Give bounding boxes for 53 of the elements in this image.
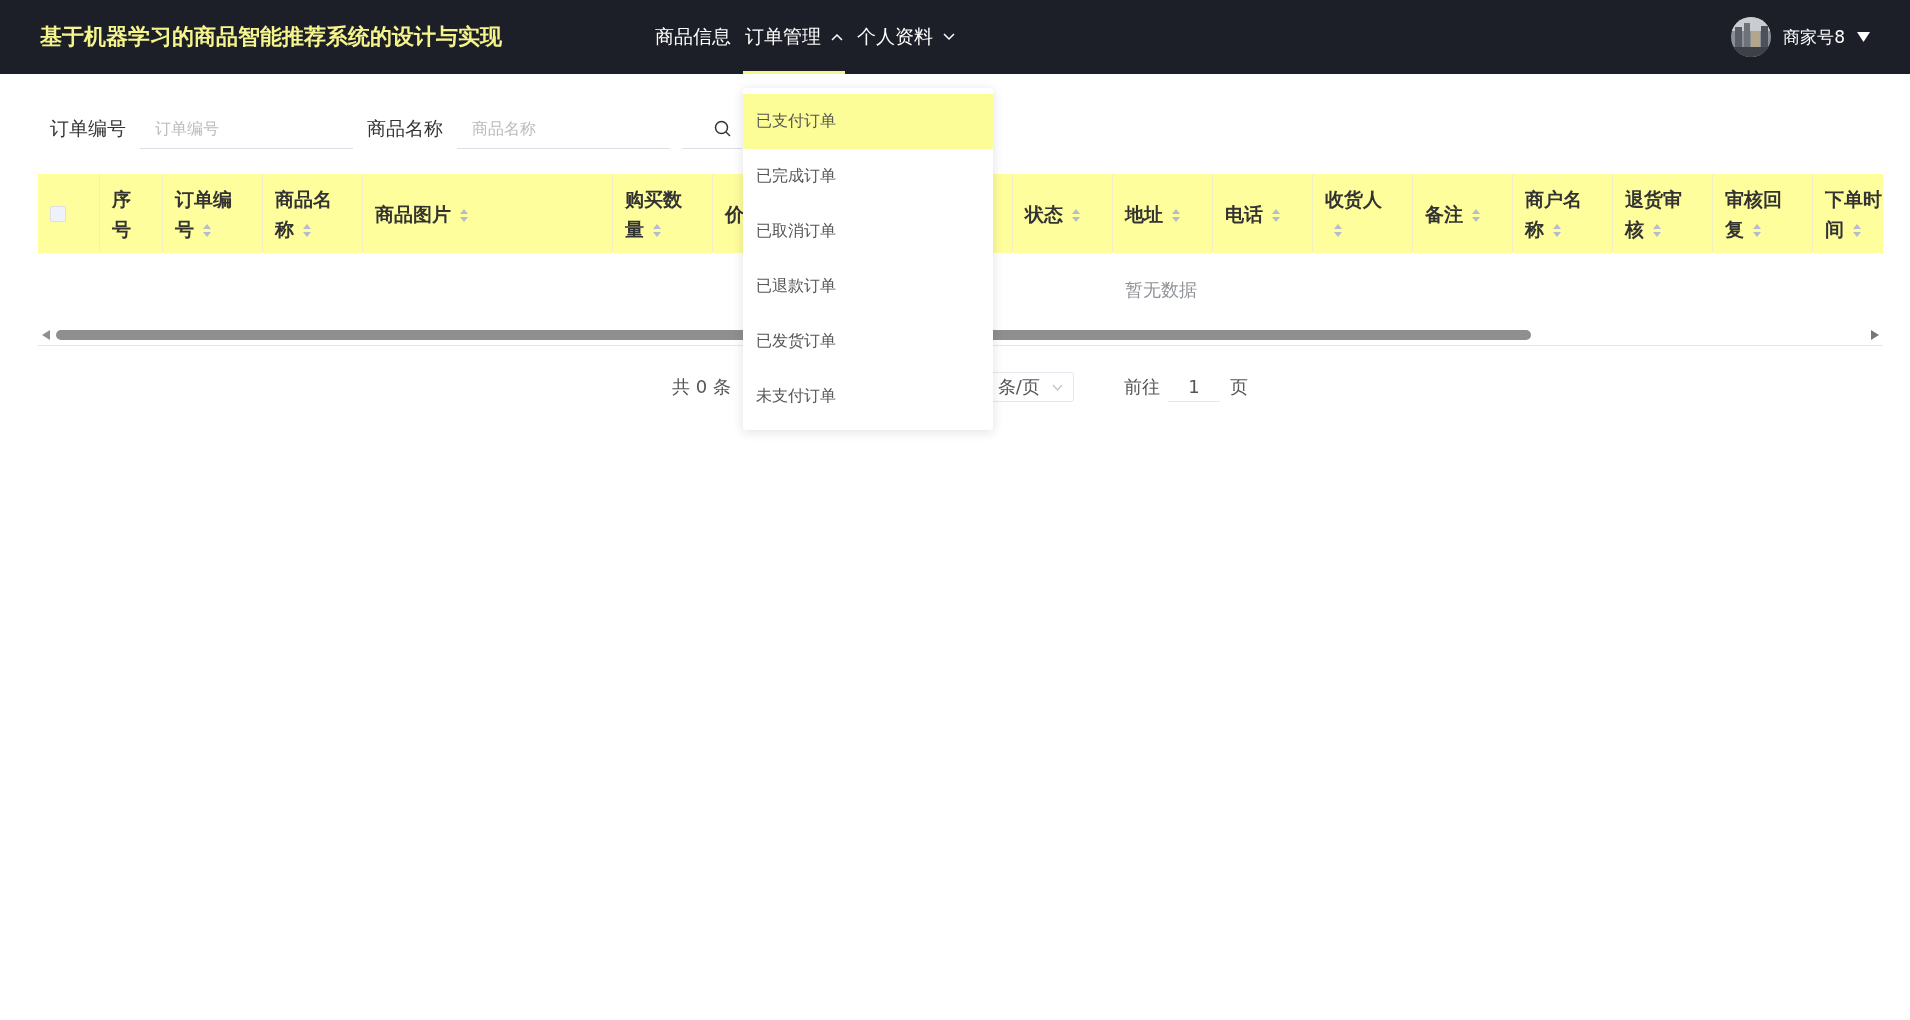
sort-icon[interactable]	[302, 222, 312, 238]
menu-item[interactable]: 已支付订单	[743, 94, 993, 149]
user-name[interactable]: 商家号8	[1783, 25, 1845, 49]
chevron-down-icon	[1051, 383, 1063, 391]
sort-icon[interactable]	[1471, 207, 1481, 223]
menu-item[interactable]: 已完成订单	[743, 149, 993, 204]
column-header[interactable]: 订单编号	[175, 183, 236, 244]
nav-tab[interactable]: 个人资料	[855, 0, 957, 74]
empty-message: 暂无数据	[1124, 278, 1197, 302]
filter-label: 商品名称	[367, 116, 443, 141]
sort-icon[interactable]	[1852, 222, 1862, 238]
total-count: 共 0 条	[672, 375, 731, 399]
sort-icon[interactable]	[1652, 222, 1662, 238]
select-all-checkbox[interactable]	[50, 205, 66, 222]
column-header[interactable]: 商户名称	[1525, 183, 1586, 244]
app-title: 基于机器学习的商品智能推荐系统的设计与实现	[40, 23, 503, 51]
column-header[interactable]: 下单时间	[1825, 183, 1883, 244]
sort-icon[interactable]	[459, 207, 469, 223]
sort-icon[interactable]	[652, 222, 662, 238]
sort-icon[interactable]	[1552, 222, 1562, 238]
menu-item[interactable]: 已取消订单	[743, 204, 993, 259]
column-header[interactable]: 电话	[1225, 198, 1281, 229]
search-icon	[714, 120, 731, 137]
page-suffix: 页	[1229, 375, 1248, 399]
filter-label: 订单编号	[50, 116, 126, 141]
goto-label: 前往	[1123, 375, 1160, 399]
sort-icon[interactable]	[1071, 207, 1081, 223]
column-header[interactable]: 退货审核	[1625, 183, 1686, 244]
column-header[interactable]: 地址	[1125, 198, 1181, 229]
column-header[interactable]: 状态	[1025, 198, 1081, 229]
caret-down-icon[interactable]	[1857, 32, 1870, 42]
column-header[interactable]: 备注	[1425, 198, 1481, 229]
sort-icon[interactable]	[1271, 207, 1281, 223]
menu-item[interactable]: 未支付订单	[743, 369, 993, 424]
column-header[interactable]: 商品名称	[275, 183, 336, 244]
column-header[interactable]: 审核回复	[1725, 183, 1786, 244]
sort-icon[interactable]	[1171, 207, 1181, 223]
menu-item[interactable]: 已退款订单	[743, 259, 993, 314]
sort-icon[interactable]	[1752, 222, 1762, 238]
column-header[interactable]: 收货人	[1325, 183, 1386, 244]
column-header[interactable]: 商品图片	[375, 198, 469, 229]
chevron-down-icon	[943, 33, 955, 41]
column-header: 序号	[112, 186, 132, 242]
menu-item[interactable]: 已发货订单	[743, 314, 993, 369]
scroll-right-icon[interactable]	[1871, 330, 1879, 340]
sort-icon[interactable]	[1333, 222, 1343, 238]
column-header: 价	[725, 201, 744, 227]
sort-icon[interactable]	[202, 222, 212, 238]
column-header[interactable]: 购买数量	[625, 183, 686, 244]
chevron-up-icon	[831, 33, 843, 41]
scroll-left-icon[interactable]	[42, 330, 50, 340]
nav-tab[interactable]: 商品信息	[653, 0, 733, 74]
nav-tab[interactable]: 订单管理	[743, 0, 845, 74]
